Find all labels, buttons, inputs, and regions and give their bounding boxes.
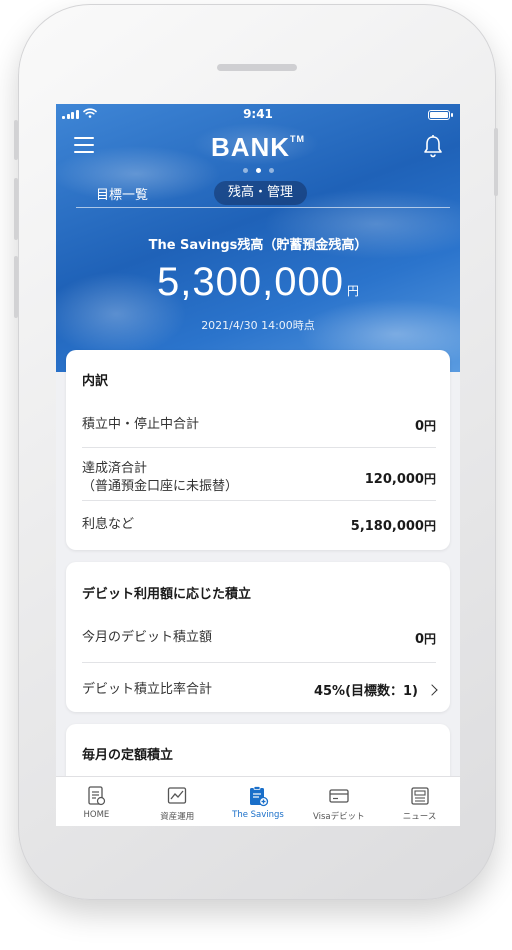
- nav-label: The Savings: [232, 810, 284, 820]
- status-time: 9:41: [243, 107, 273, 121]
- row-label: 積立中・停止中合計: [82, 417, 200, 432]
- page-dot-active: [255, 168, 261, 173]
- row-value: 0円: [414, 418, 436, 434]
- row-value: 120,000円: [364, 471, 436, 487]
- bottom-nav: HOME 資産運用 The Savings Visaデビット ニュース: [56, 776, 460, 826]
- logo-trademark: TM: [290, 134, 306, 144]
- row-label: 達成済合計 （普通預金口座に未振替）: [82, 461, 239, 494]
- page-indicator: [56, 168, 460, 173]
- breakdown-row: 積立中・停止中合計 0円: [82, 416, 436, 434]
- page-dot: [268, 168, 274, 173]
- balance-label: The Savings残高（貯蓄預金残高）: [148, 238, 368, 253]
- nav-item-the-savings[interactable]: The Savings: [218, 777, 299, 826]
- logo-text: BANK: [210, 132, 291, 162]
- row-label: 今月のデビット積立額: [82, 630, 213, 645]
- phone-speaker: [217, 64, 297, 71]
- row-value: 0円: [414, 631, 436, 647]
- row-divider: [82, 662, 436, 663]
- home-document-icon: [88, 786, 106, 806]
- debit-row: 今月のデビット積立額 0円: [82, 629, 436, 647]
- power-button: [494, 128, 498, 196]
- tab-divider: [76, 207, 450, 208]
- hero-header: 9:41 BANKTM 目標一覧 残高・管理 The Savings残高（貯蓄預…: [56, 104, 460, 372]
- nav-item-visa-debit[interactable]: Visaデビット: [298, 777, 379, 826]
- mute-switch: [14, 120, 18, 160]
- nav-label: HOME: [83, 810, 110, 820]
- debit-ratio-row[interactable]: デビット積立比率合計 45%(目標数：1): [82, 680, 438, 699]
- app-screen: 9:41 BANKTM 目標一覧 残高・管理 The Savings残高（貯蓄預…: [56, 104, 460, 826]
- nav-item-home[interactable]: HOME: [56, 777, 137, 826]
- status-bar: 9:41: [56, 104, 460, 124]
- nav-item-investment[interactable]: 資産運用: [137, 777, 218, 826]
- row-divider: [82, 500, 436, 501]
- card-icon: [329, 789, 349, 803]
- breakdown-title: 内訳: [82, 374, 109, 389]
- volume-up-button: [14, 178, 18, 240]
- balance-amount: 5,300,000 円: [56, 260, 460, 305]
- tab-goals-list[interactable]: 目標一覧: [96, 184, 148, 203]
- bell-icon[interactable]: [422, 134, 444, 158]
- nav-item-news[interactable]: ニュース: [379, 777, 460, 826]
- row-divider: [82, 447, 436, 448]
- breakdown-card: 内訳 積立中・停止中合計 0円 達成済合計 （普通預金口座に未振替） 120,00…: [66, 350, 450, 550]
- nav-label: Visaデビット: [312, 812, 365, 822]
- nav-label: ニュース: [402, 812, 437, 822]
- chart-icon: [168, 787, 187, 804]
- balance-value: 5,300,000: [157, 260, 344, 304]
- newspaper-icon: [410, 787, 429, 805]
- balance-unit: 円: [346, 284, 359, 298]
- battery-icon: [428, 110, 453, 120]
- volume-down-button: [14, 256, 18, 318]
- row-value: 45%(目標数：1): [314, 680, 438, 699]
- balance-timestamp: 2021/4/30 14:00時点: [201, 319, 315, 332]
- debit-title: デビット利用額に応じた積立: [82, 587, 252, 602]
- nav-label: 資産運用: [160, 812, 195, 822]
- breakdown-row: 達成済合計 （普通預金口座に未振替） 120,000円: [82, 460, 436, 496]
- row-label: 利息など: [82, 517, 135, 532]
- debit-savings-card: デビット利用額に応じた積立 今月のデビット積立額 0円 デビット積立比率合計 4…: [66, 562, 450, 712]
- page-dot: [242, 168, 248, 173]
- row-label: デビット積立比率合計: [82, 681, 213, 697]
- bank-logo: BANKTM: [56, 132, 460, 163]
- tab-balance-management[interactable]: 残高・管理: [214, 181, 308, 205]
- chevron-right-icon: [426, 684, 438, 696]
- row-value: 5,180,000円: [350, 518, 436, 534]
- monthly-title: 毎月の定額積立: [82, 748, 174, 763]
- savings-clipboard-icon: [249, 786, 269, 807]
- breakdown-row: 利息など 5,180,000円: [82, 516, 436, 534]
